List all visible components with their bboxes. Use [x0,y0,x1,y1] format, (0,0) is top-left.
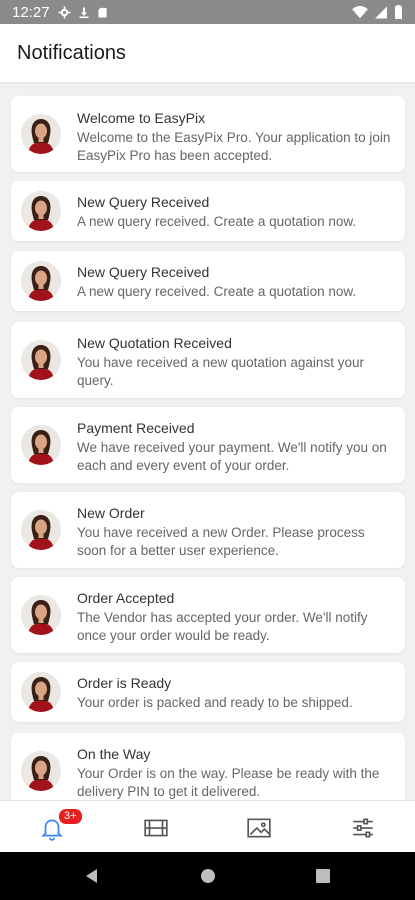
notification-body: We have received your payment. We'll not… [77,440,387,473]
sliders-icon[interactable] [350,815,376,841]
notification-card[interactable]: New Quotation Received You have received… [11,322,405,398]
image-icon[interactable] [246,815,272,841]
avatar [21,340,61,380]
system-nav-bar [0,852,415,900]
avatar [21,595,61,635]
gear-icon [58,6,71,18]
notification-card[interactable]: On the Way Your Order is on the way. Ple… [11,733,405,800]
status-bar: 12:27 [0,0,415,24]
notification-body: A new query received. Create a quotation… [77,284,357,299]
sd-card-icon [97,7,107,18]
avatar [21,191,61,231]
status-time: 12:27 [12,3,50,21]
bottom-nav: 3+ [0,800,415,852]
notification-card[interactable]: Payment Received We have received your p… [11,407,405,483]
notification-title: New Query Received [77,264,210,280]
app-header: Notifications [0,24,415,82]
recents-icon[interactable] [314,867,332,885]
avatar [21,510,61,550]
avatar [21,114,61,154]
signal-icon [375,6,387,18]
wifi-icon [352,5,368,18]
notification-card[interactable]: New Query Received A new query received.… [11,181,405,241]
notification-title: New Query Received [77,194,210,210]
notification-body: You have received a new Order. Please pr… [77,525,365,558]
notification-body: The Vendor has accepted your order. We'l… [77,610,368,643]
notification-body: You have received a new quotation agains… [77,355,364,388]
notification-title: On the Way [77,746,151,762]
notification-card[interactable]: New Query Received A new query received.… [11,251,405,311]
notification-title: Order is Ready [77,675,172,691]
notification-card[interactable]: Welcome to EasyPix Welcome to the EasyPi… [11,96,405,172]
notification-title: Payment Received [77,420,195,436]
notification-body: Welcome to the EasyPix Pro. Your applica… [77,130,391,163]
film-icon[interactable] [143,815,169,841]
notification-body: Your order is packed and ready to be shi… [77,695,353,710]
notification-badge: 3+ [57,807,84,826]
notification-card[interactable]: Order Accepted The Vendor has accepted y… [11,577,405,653]
avatar [21,261,61,301]
notification-list[interactable]: Welcome to EasyPix Welcome to the EasyPi… [0,82,415,800]
notification-title: New Order [77,505,145,521]
page-title: Notifications [17,41,126,64]
notification-title: Welcome to EasyPix [77,110,206,126]
avatar [21,751,61,791]
avatar [21,672,61,712]
home-icon[interactable] [199,867,217,885]
back-icon[interactable] [83,867,101,885]
download-icon [79,7,89,18]
notification-card[interactable]: New Order You have received a new Order.… [11,492,405,568]
notification-title: Order Accepted [77,590,175,606]
notification-body: A new query received. Create a quotation… [77,214,357,229]
avatar [21,425,61,465]
notification-body: Your Order is on the way. Please be read… [77,766,380,799]
notification-title: New Quotation Received [77,335,232,351]
battery-icon [395,5,402,19]
notification-card[interactable]: Order is Ready Your order is packed and … [11,662,405,722]
